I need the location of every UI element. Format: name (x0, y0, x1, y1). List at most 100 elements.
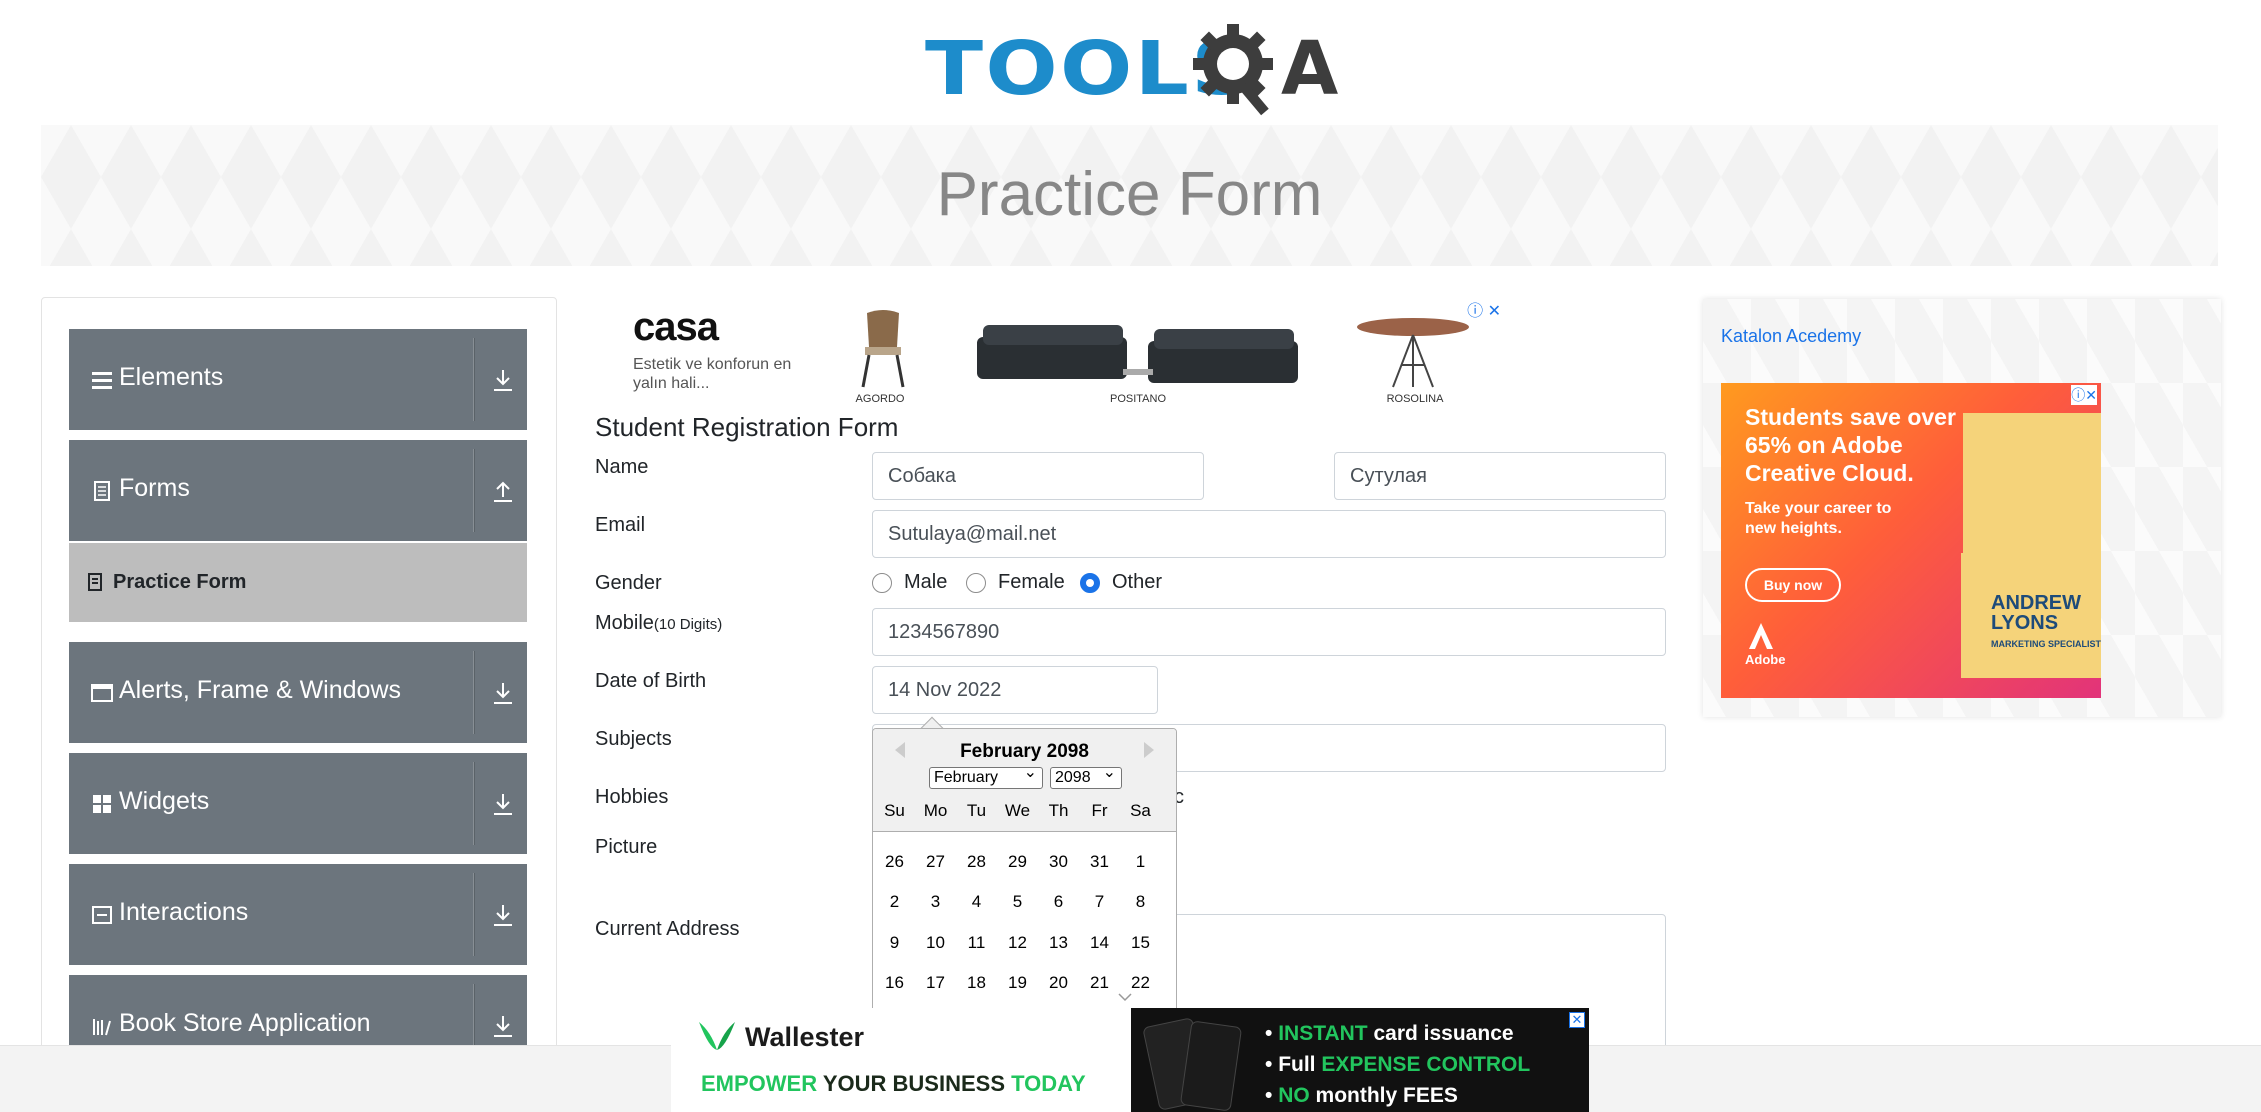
calendar-day[interactable]: 27 (915, 852, 956, 872)
sidebar-group-label: Widgets (119, 787, 210, 815)
sidebar-group-label: Interactions (119, 898, 249, 926)
document-icon (94, 481, 110, 501)
radio-label: Female (998, 571, 1065, 593)
sofa-image (977, 325, 1298, 383)
download-icon (494, 370, 512, 391)
mobile-input[interactable]: 1234567890 (872, 608, 1666, 656)
sidebar-group-interactions[interactable]: Interactions (69, 864, 527, 965)
wallester-line-3: • NO monthly FEES (1265, 1084, 1458, 1107)
radio-icon[interactable] (872, 572, 892, 593)
adobe-logo-icon (1749, 623, 1773, 649)
year-select[interactable]: 2098 (1050, 763, 1122, 789)
calendar-day[interactable]: 15 (1120, 933, 1161, 953)
katalon-link[interactable]: Katalon Acedemy (1721, 326, 1861, 347)
mobile-hint: (10 Digits) (653, 616, 723, 633)
calendar-day[interactable]: 14 (1079, 933, 1120, 953)
line-highlight: EXPENSE CONTROL (1321, 1053, 1531, 1076)
divider (473, 873, 475, 956)
radio-label: Male (904, 571, 948, 593)
calendar-day[interactable]: 17 (915, 973, 956, 993)
adobe-logo-text: Adobe (1745, 652, 1786, 667)
calendar-day[interactable]: 31 (1079, 852, 1120, 872)
hobbies-label: Hobbies (595, 786, 669, 808)
ad-person-role: MARKETING SPECIALIST (1991, 639, 2101, 649)
calendar-day[interactable]: 28 (956, 852, 997, 872)
ad-tagline: Estetik ve konforun en yalın hali... (633, 356, 792, 392)
calendar-day[interactable]: 26 (874, 852, 915, 872)
last-name-input[interactable]: Сутулая (1334, 452, 1666, 500)
sidebar-item-practice-form[interactable]: Practice Form (69, 543, 527, 622)
calendar-day[interactable]: 6 (1038, 892, 1079, 912)
tag-word: YOUR BUSINESS (822, 1071, 1005, 1096)
calendar-day[interactable]: 1 (1120, 852, 1161, 872)
calendar-day[interactable]: 11 (956, 933, 997, 953)
top-advertisement[interactable]: casa Estetik ve konforun en yalın hali..… (623, 295, 1513, 410)
sidebar-group-elements[interactable]: Elements (69, 329, 527, 430)
email-input[interactable]: Sutulaya@mail.net (872, 510, 1666, 558)
gender-radio-male[interactable]: Male (872, 571, 947, 594)
sidebar-group-alerts[interactable]: Alerts, Frame & Windows (69, 642, 527, 743)
calendar-day[interactable]: 8 (1120, 892, 1161, 912)
chevron-down-icon[interactable] (1117, 991, 1133, 1003)
adobe-ad[interactable]: Students save over 65% on Adobe Creative… (1721, 383, 2101, 698)
tag-word: EMPOWER (701, 1071, 818, 1096)
calendar-day[interactable]: 30 (1038, 852, 1079, 872)
email-label: Email (595, 514, 646, 536)
calendar-day[interactable]: 22 (1120, 973, 1161, 993)
calendar-day[interactable]: 29 (997, 852, 1038, 872)
wallester-ad[interactable]: Wallester EMPOWER YOUR BUSINESS TODAY • … (671, 1008, 1589, 1112)
buy-now-button[interactable]: Buy now (1745, 568, 1841, 602)
ad-close-icon[interactable]: ⓘ✕ (2071, 385, 2097, 405)
calendar-day[interactable]: 3 (915, 892, 956, 912)
radio-icon[interactable] (966, 572, 986, 593)
line-text: card issuance (1373, 1022, 1514, 1045)
close-icon[interactable]: ✕ (1569, 1012, 1585, 1028)
books-icon (93, 1019, 111, 1036)
wallester-line-2: • Full EXPENSE CONTROL (1265, 1053, 1531, 1076)
day-name: Mo (923, 801, 948, 820)
first-name-input[interactable]: Собака (872, 452, 1204, 500)
ad-info-close-icon[interactable]: ⓘ ✕ (1467, 297, 1501, 321)
day-name: Tu (966, 801, 987, 820)
gender-label: Gender (595, 572, 662, 594)
form-icon (88, 573, 102, 591)
calendar-day[interactable]: 13 (1038, 933, 1079, 953)
wallester-brand: Wallester (745, 1022, 865, 1052)
calendar-day[interactable]: 12 (997, 933, 1038, 953)
ad-brand: casa (633, 305, 719, 349)
adobe-logo: Adobe (1745, 623, 1785, 667)
dob-input[interactable]: 14 Nov 2022 (872, 666, 1158, 714)
sidebar-group-forms[interactable]: Forms (69, 440, 527, 541)
calendar-day[interactable]: 9 (874, 933, 915, 953)
page-banner: Practice Form (41, 125, 2218, 266)
sidebar-group-label: Elements (119, 363, 224, 391)
month-select[interactable]: February (929, 763, 1043, 789)
page-title: Practice Form (936, 160, 1323, 229)
name-label: Name (595, 456, 649, 478)
radio-icon[interactable] (1080, 572, 1100, 593)
calendar-day[interactable]: 16 (874, 973, 915, 993)
calendar-day[interactable]: 20 (1038, 973, 1079, 993)
calendar-day[interactable]: 5 (997, 892, 1038, 912)
next-month-icon[interactable] (1144, 742, 1154, 758)
calendar-day[interactable]: 4 (956, 892, 997, 912)
calendar-day[interactable]: 7 (1079, 892, 1120, 912)
calendar-day[interactable]: 2 (874, 892, 915, 912)
download-icon (494, 1016, 512, 1037)
adobe-headline: Students save over 65% on Adobe Creative… (1745, 404, 1956, 486)
toolsqa-logo[interactable]: TOOLS A (925, 18, 1338, 116)
right-advertisement: Katalon Acedemy Students save over 65% o… (1703, 299, 2221, 717)
ad-product-label: AGORDO (855, 393, 905, 405)
day-name: Th (1048, 801, 1069, 820)
gender-radio-other[interactable]: Other (1080, 571, 1162, 594)
gender-radio-female[interactable]: Female (966, 571, 1065, 594)
gear-icon (1193, 24, 1273, 116)
calendar-day[interactable]: 19 (997, 973, 1038, 993)
divider (473, 338, 475, 421)
mobile-label: Mobile(10 Digits) (595, 612, 722, 635)
calendar-day[interactable]: 21 (1079, 973, 1120, 993)
calendar-day[interactable]: 18 (956, 973, 997, 993)
sidebar-group-widgets[interactable]: Widgets (69, 753, 527, 854)
form-title: Student Registration Form (595, 412, 899, 442)
calendar-day[interactable]: 10 (915, 933, 956, 953)
